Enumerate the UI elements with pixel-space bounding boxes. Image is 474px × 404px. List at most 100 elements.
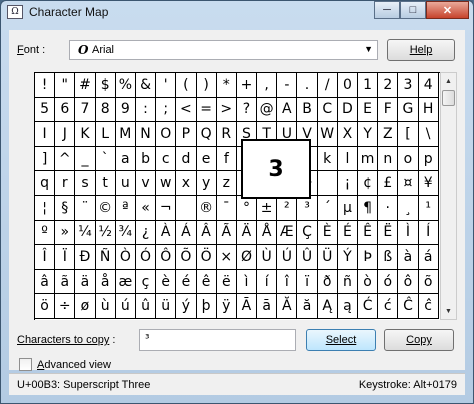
- character-cell[interactable]: ¹: [418, 195, 439, 221]
- character-cell[interactable]: *: [216, 73, 237, 98]
- character-cell[interactable]: ï: [297, 269, 318, 295]
- character-cell[interactable]: #: [75, 73, 96, 98]
- character-cell[interactable]: ą: [337, 294, 358, 319]
- character-cell[interactable]: C: [317, 97, 338, 123]
- character-cell[interactable]: ?: [236, 97, 258, 123]
- character-cell[interactable]: û: [135, 294, 157, 319]
- character-cell[interactable]: ­: [176, 195, 197, 221]
- character-cell[interactable]: Y: [358, 122, 379, 147]
- title-bar[interactable]: Ω Character Map ─ □ ✕: [1, 1, 473, 23]
- character-cell[interactable]: Ð: [75, 245, 96, 270]
- character-cell[interactable]: ĉ: [418, 294, 439, 319]
- character-cell[interactable]: ¶: [358, 195, 379, 221]
- character-cell[interactable]: y: [196, 171, 217, 196]
- character-cell[interactable]: ô: [398, 269, 419, 295]
- character-cell[interactable]: Ô: [156, 245, 177, 270]
- character-cell[interactable]: Q: [196, 122, 217, 147]
- character-cell[interactable]: (: [176, 73, 197, 98]
- character-cell[interactable]: Ă: [277, 294, 298, 319]
- character-cell[interactable]: â: [35, 269, 56, 295]
- character-cell[interactable]: E: [358, 97, 379, 123]
- character-cell[interactable]: å: [95, 269, 116, 295]
- chevron-down-icon[interactable]: ▼: [364, 44, 373, 54]
- character-cell[interactable]: £: [378, 171, 399, 196]
- character-cell[interactable]: Ć: [358, 294, 379, 319]
- character-cell[interactable]: ÷: [55, 294, 76, 319]
- character-cell[interactable]: Ó: [135, 245, 157, 270]
- character-cell[interactable]: Ë: [378, 220, 399, 246]
- character-cell[interactable]: ý: [176, 294, 197, 319]
- character-cell[interactable]: :: [135, 97, 157, 123]
- character-cell[interactable]: ì: [236, 269, 258, 295]
- character-cell[interactable]: ·: [378, 195, 399, 221]
- character-cell[interactable]: ë: [216, 269, 237, 295]
- character-cell[interactable]: Þ: [358, 245, 379, 270]
- character-cell[interactable]: Ö: [196, 245, 217, 270]
- close-button[interactable]: ✕: [426, 1, 469, 19]
- character-cell[interactable]: _: [75, 146, 96, 172]
- character-cell[interactable]: ¼: [75, 220, 96, 246]
- character-cell[interactable]: [: [398, 122, 419, 147]
- character-cell[interactable]: Ā: [236, 294, 258, 319]
- character-cell[interactable]: L: [95, 122, 116, 147]
- character-cell[interactable]: Î: [35, 245, 56, 270]
- character-cell[interactable]: &: [135, 73, 157, 98]
- character-cell[interactable]: º: [35, 220, 56, 246]
- character-cell[interactable]: A: [277, 97, 298, 123]
- character-cell[interactable]: ¨: [75, 195, 96, 221]
- character-cell[interactable]: 2: [378, 73, 399, 98]
- character-cell[interactable]: Ú: [277, 245, 298, 270]
- character-cell[interactable]: k: [317, 146, 338, 172]
- character-cell[interactable]: ¸: [398, 195, 419, 221]
- maximize-button[interactable]: □: [400, 1, 426, 19]
- character-cell[interactable]: `: [95, 146, 116, 172]
- character-cell[interactable]: G: [398, 97, 419, 123]
- character-cell[interactable]: r: [55, 171, 76, 196]
- character-cell[interactable]: f: [216, 146, 237, 172]
- character-cell[interactable]: ^: [55, 146, 76, 172]
- character-cell[interactable]: ¥: [418, 171, 439, 196]
- character-cell[interactable]: w: [156, 171, 177, 196]
- character-cell[interactable]: >: [216, 97, 237, 123]
- character-cell[interactable]: ½: [95, 220, 116, 246]
- character-cell[interactable]: Ä: [236, 220, 258, 246]
- character-cell[interactable]: Ê: [358, 220, 379, 246]
- character-cell[interactable]: <: [176, 97, 197, 123]
- character-cell[interactable]: 7: [75, 97, 96, 123]
- character-cell[interactable]: Õ: [176, 245, 197, 270]
- character-cell[interactable]: ā: [257, 294, 278, 319]
- character-cell[interactable]: P: [176, 122, 197, 147]
- character-cell[interactable]: Í: [418, 220, 439, 246]
- character-cell[interactable]: »: [55, 220, 76, 246]
- character-cell[interactable]: ø: [75, 294, 96, 319]
- scrollbar-thumb[interactable]: [442, 90, 455, 106]
- character-cell[interactable]: à: [398, 245, 419, 270]
- character-cell[interactable]: q: [35, 171, 56, 196]
- character-cell[interactable]: ù: [95, 294, 116, 319]
- character-cell[interactable]: R: [216, 122, 237, 147]
- character-cell[interactable]: +: [236, 73, 258, 98]
- character-cell[interactable]: \: [418, 122, 439, 147]
- scroll-up-icon[interactable]: ▲: [441, 73, 456, 89]
- character-cell[interactable]: ª: [115, 195, 136, 221]
- character-cell[interactable]: 4: [418, 73, 439, 98]
- character-cell[interactable]: D: [337, 97, 358, 123]
- character-cell[interactable]: ð: [317, 269, 338, 295]
- character-cell[interactable]: ¾: [115, 220, 136, 246]
- character-cell[interactable]: é: [176, 269, 197, 295]
- character-cell[interactable]: d: [176, 146, 197, 172]
- select-button[interactable]: Select: [306, 329, 376, 351]
- character-cell[interactable]: Ą: [317, 294, 338, 319]
- character-cell[interactable]: Ü: [317, 245, 338, 270]
- character-cell[interactable]: Ç: [297, 220, 318, 246]
- character-cell[interactable]: Á: [176, 220, 197, 246]
- character-cell[interactable]: ±: [257, 195, 278, 221]
- character-cell[interactable]: «: [135, 195, 157, 221]
- character-cell[interactable]: H: [418, 97, 439, 123]
- character-cell[interactable]: o: [398, 146, 419, 172]
- character-cell[interactable]: ñ: [337, 269, 358, 295]
- character-cell[interactable]: Ã: [216, 220, 237, 246]
- character-cell[interactable]: 0: [337, 73, 358, 98]
- character-cell[interactable]: í: [257, 269, 278, 295]
- character-cell[interactable]: n: [378, 146, 399, 172]
